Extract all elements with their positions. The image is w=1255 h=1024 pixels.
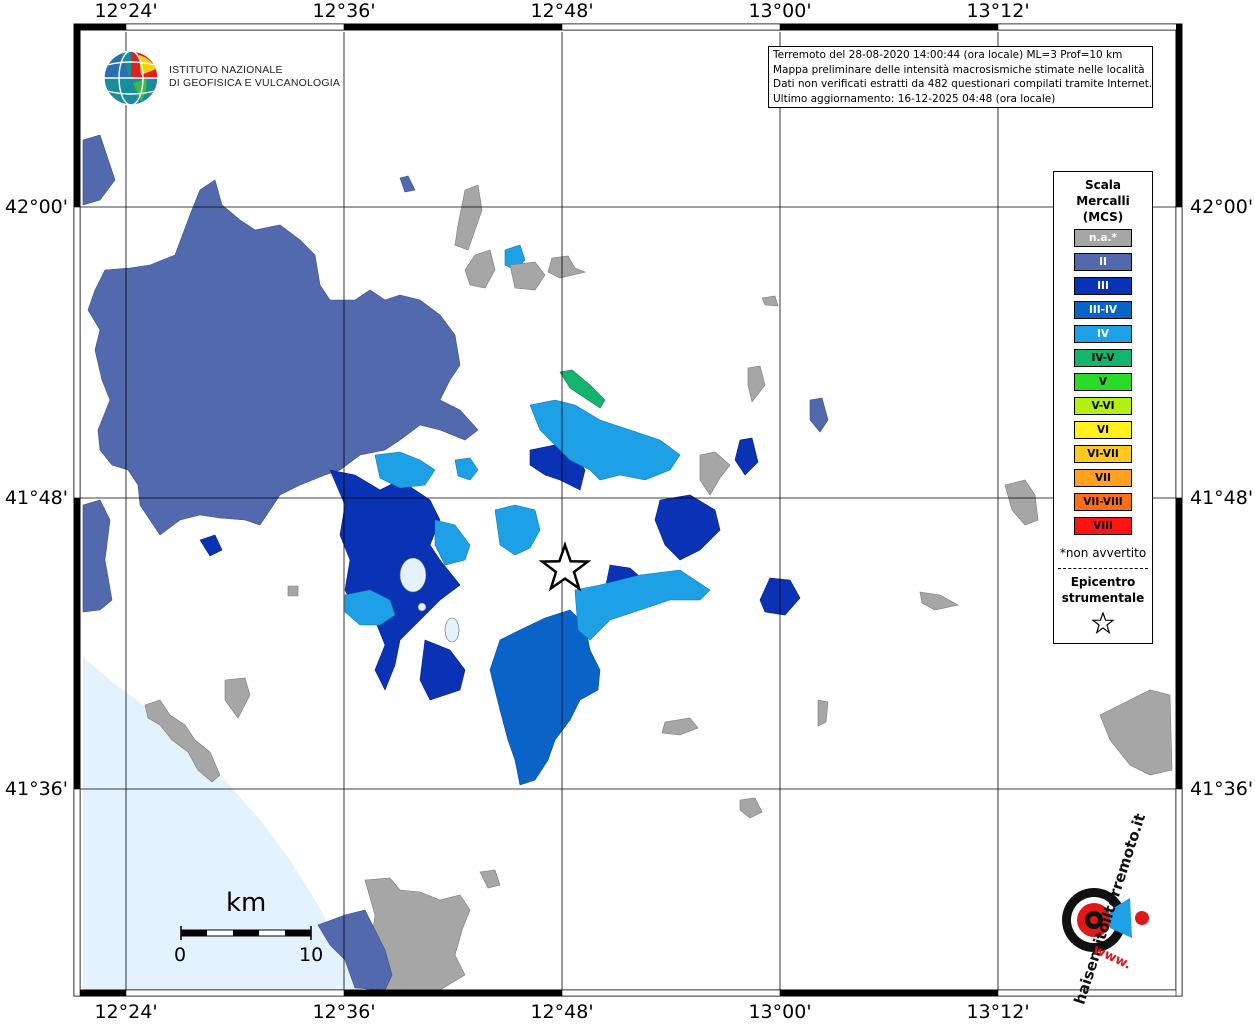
info-line: Mappa preliminare delle intensità macros…	[773, 63, 1145, 76]
area-intensity-III	[199, 534, 223, 557]
area-intensity-III	[419, 639, 466, 701]
area-na	[747, 365, 766, 403]
lat-tick-left: 41°48'	[4, 487, 68, 509]
legend-swatch: IV	[1074, 325, 1132, 343]
lon-tick-top: 12°36'	[312, 0, 376, 22]
ingv-name: ISTITUTO NAZIONALE DI GEOFISICA E VULCAN…	[169, 64, 340, 90]
area-na	[761, 295, 779, 307]
legend-swatch: VII-VIII	[1074, 493, 1132, 511]
scalebar-start: 0	[174, 944, 187, 966]
info-line: Terremoto del 28-08-2020 14:00:44 (ora l…	[773, 49, 1123, 61]
area-na	[509, 261, 546, 291]
legend-epicenter-label: Epicentro strumentale	[1054, 574, 1152, 606]
area-na	[661, 717, 699, 736]
legend-title: Scala Mercalli (MCS)	[1054, 177, 1152, 225]
legend-swatch: V	[1074, 373, 1132, 391]
lon-tick-bottom: 12°24'	[94, 1001, 158, 1023]
scalebar-end: 10	[299, 944, 324, 966]
area-intensity-IV	[434, 519, 471, 566]
area-na	[699, 451, 731, 496]
legend-swatch: n.a.*	[1074, 229, 1132, 247]
area-na	[224, 677, 251, 719]
info-line: Ultimo aggiornamento: 16-12-2025 04:48 (…	[773, 92, 1056, 105]
lon-tick-top: 13°00'	[748, 0, 812, 22]
legend-swatch: II	[1074, 253, 1132, 271]
lon-tick-top: 13°12'	[966, 0, 1030, 22]
legend-star-icon	[1091, 612, 1115, 634]
lon-tick-bottom: 12°36'	[312, 1001, 376, 1023]
lake	[444, 617, 460, 643]
area-intensity-II	[809, 397, 829, 433]
area-na	[817, 699, 829, 727]
legend-swatch: VI	[1074, 421, 1132, 439]
lon-tick-top: 12°24'	[94, 0, 158, 22]
legend-title-line: Scala	[1084, 178, 1122, 192]
ingv-globe-icon	[103, 50, 159, 106]
area-intensity-II	[82, 134, 116, 206]
ingv-name-line1: ISTITUTO NAZIONALE	[169, 64, 283, 76]
lat-tick-left: 41°36'	[4, 778, 68, 800]
area-intensity-IV	[374, 451, 436, 489]
lake	[417, 602, 427, 612]
area-intensity-III-IV	[489, 609, 601, 786]
legend-note: *non avvertito	[1059, 546, 1147, 560]
area-intensity-IV-V	[559, 369, 606, 409]
area-na	[1099, 689, 1173, 776]
area-intensity-II	[399, 175, 416, 193]
area-intensity-II	[82, 499, 113, 613]
legend-divider	[1058, 568, 1148, 569]
hsit-logo-text: haisentitoilterremoto.it www.	[1030, 811, 1160, 1006]
legend-swatch: VIII	[1074, 517, 1132, 535]
legend-title-line: Mercalli	[1076, 194, 1130, 208]
area-na	[287, 585, 299, 597]
legend-epicenter-line: Epicentro	[1070, 575, 1136, 589]
area-na	[1004, 479, 1039, 526]
area-intensity-IV	[494, 504, 541, 556]
lat-tick-left: 42°00'	[4, 196, 68, 218]
area-na	[739, 797, 763, 819]
epicenter-star-icon	[538, 541, 592, 592]
lon-tick-top: 12°48'	[530, 0, 594, 22]
legend-swatch: VII	[1074, 469, 1132, 487]
lat-tick-right: 42°00'	[1190, 196, 1254, 218]
earthquake-info-box: Terremoto del 28-08-2020 14:00:44 (ora l…	[768, 46, 1153, 108]
info-line: Dati non verificati estratti da 482 ques…	[773, 78, 1153, 90]
legend-swatch: VI-VII	[1074, 445, 1132, 463]
legend-swatch: III-IV	[1074, 301, 1132, 319]
legend-title-line: (MCS)	[1082, 210, 1124, 224]
scalebar-unit: km	[226, 888, 267, 918]
area-na	[919, 591, 959, 611]
area-intensity-IV	[454, 457, 479, 481]
lat-tick-right: 41°36'	[1190, 778, 1254, 800]
lake	[399, 557, 427, 593]
area-na	[479, 869, 501, 889]
legend-swatch: III	[1074, 277, 1132, 295]
area-intensity-III	[654, 494, 721, 561]
ingv-name-line2: DI GEOFISICA E VULCANOLOGIA	[169, 77, 341, 89]
mcs-legend: Scala Mercalli (MCS) n.a.* II III III-IV IV I…	[1053, 171, 1153, 644]
area-na	[464, 249, 496, 289]
lon-tick-bottom: 13°00'	[748, 1001, 812, 1023]
legend-swatch: IV-V	[1074, 349, 1132, 367]
lon-tick-bottom: 13°12'	[966, 1001, 1030, 1023]
area-intensity-IV	[574, 569, 711, 641]
area-na	[454, 184, 483, 251]
area-intensity-III	[734, 437, 759, 476]
area-na	[547, 255, 586, 279]
lon-tick-bottom: 12°48'	[530, 1001, 594, 1023]
lat-tick-right: 41°48'	[1190, 487, 1254, 509]
legend-epicenter-line: strumentale	[1061, 591, 1145, 605]
legend-swatch: V-VI	[1074, 397, 1132, 415]
